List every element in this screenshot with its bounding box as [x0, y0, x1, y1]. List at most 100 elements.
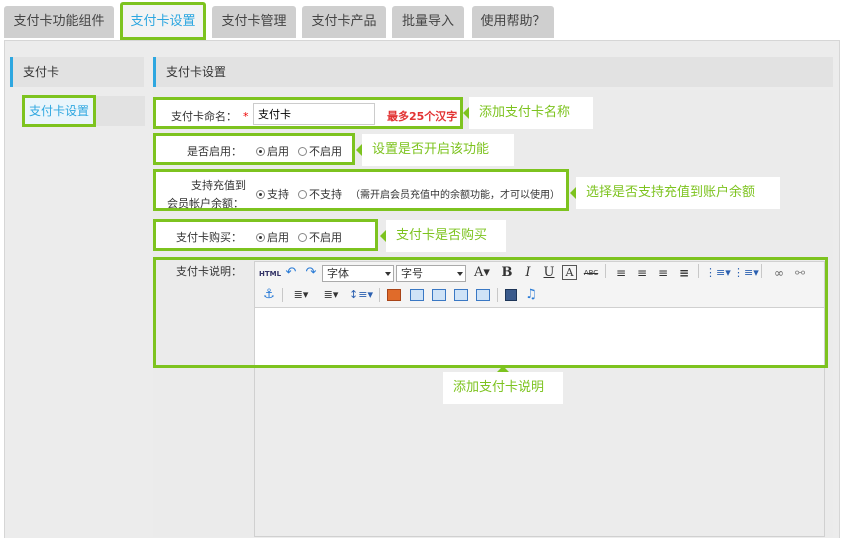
align-center-icon[interactable]: ≡	[634, 265, 650, 281]
callout-purchase: 支付卡是否购买	[380, 220, 506, 252]
link-icon[interactable]: ∞	[771, 265, 787, 281]
chevron-down-icon	[457, 272, 463, 276]
required-mark: *	[243, 110, 249, 123]
callout-enable-text: 设置是否开启该功能	[372, 142, 490, 157]
recharge-note: （需开启会员充值中的余额功能，才可以使用）	[350, 190, 560, 201]
tab-batch-import[interactable]: 批量导入	[392, 6, 464, 38]
description-editor[interactable]	[254, 308, 825, 365]
callout-pointer	[356, 144, 362, 156]
callout-description-text: 添加支付卡说明	[453, 380, 545, 395]
align-justify-icon[interactable]: ≡	[676, 265, 692, 281]
radio-unchecked-icon	[298, 233, 307, 242]
image-swatch	[476, 289, 490, 301]
purchase-off-label: 不启用	[309, 231, 342, 244]
html-icon[interactable]: HTML	[259, 266, 281, 282]
recharge-yes-radio[interactable]: 支持	[256, 186, 289, 202]
bold-icon[interactable]: B	[499, 265, 515, 281]
tab-bar: 支付卡功能组件 支付卡设置 支付卡管理 支付卡产品 批量导入 使用帮助？	[0, 0, 845, 40]
name-label: 支付卡命名： *	[171, 108, 249, 124]
tab-card-components[interactable]: 支付卡功能组件	[4, 6, 114, 38]
sidebar-item-card-settings[interactable]: 支付卡设置	[22, 95, 145, 127]
callout-description: 添加支付卡说明	[443, 366, 563, 404]
image-icon[interactable]	[386, 287, 402, 303]
image-swatch	[454, 289, 468, 301]
row-spacing-icon[interactable]: ↕≡▾	[349, 287, 373, 303]
radio-unchecked-icon	[298, 147, 307, 156]
page-title: 支付卡设置	[153, 57, 833, 87]
tab-help[interactable]: 使用帮助？	[472, 6, 554, 38]
recharge-yes-label: 支持	[267, 188, 289, 201]
callout-pointer	[380, 230, 386, 242]
callout-name: 添加支付卡名称	[463, 97, 593, 129]
callout-pointer	[497, 366, 509, 372]
tab-card-products[interactable]: 支付卡产品	[302, 6, 386, 38]
image-swatch	[410, 289, 424, 301]
font-family-value: 字体	[327, 267, 349, 280]
toolbar-separator	[379, 288, 380, 302]
underline-icon[interactable]: U	[541, 265, 557, 281]
strikethrough-icon[interactable]: ABC	[583, 265, 599, 281]
enable-label: 是否启用：	[187, 145, 242, 158]
enable-off-label: 不启用	[309, 145, 342, 158]
font-size-select[interactable]: 字号	[396, 265, 466, 282]
redo-icon[interactable]: ↷	[303, 265, 319, 281]
video-swatch	[505, 289, 517, 301]
toolbar-separator	[497, 288, 498, 302]
image-none-icon[interactable]	[475, 287, 491, 303]
callout-recharge: 选择是否支持充值到账户余额	[570, 177, 780, 209]
image-left-icon[interactable]	[409, 287, 425, 303]
sidebar-heading: 支付卡	[10, 57, 144, 87]
toolbar-separator	[698, 264, 699, 278]
music-icon[interactable]: ♫	[523, 287, 539, 303]
purchase-on-label: 启用	[267, 231, 289, 244]
font-color-icon[interactable]: A▾	[471, 265, 493, 281]
tab-card-settings[interactable]: 支付卡设置	[120, 2, 206, 40]
line-height-icon[interactable]: ≣▾	[289, 287, 313, 303]
callout-purchase-text: 支付卡是否购买	[396, 228, 488, 243]
callout-recharge-text: 选择是否支持充值到账户余额	[586, 185, 756, 200]
enable-off-radio[interactable]: 不启用	[298, 143, 342, 159]
recharge-label-line1: 支持充值到	[191, 179, 246, 192]
toolbar-separator	[282, 288, 283, 302]
callout-pointer	[570, 187, 576, 199]
image-center-icon[interactable]	[431, 287, 447, 303]
purchase-label: 支付卡购买：	[176, 231, 242, 244]
italic-icon[interactable]: I	[520, 265, 536, 281]
name-hint: 最多25个汉字	[387, 110, 458, 123]
enable-on-radio[interactable]: 启用	[256, 143, 289, 159]
recharge-no-radio[interactable]: 不支持	[298, 186, 342, 202]
editor-toolbar: HTML ↶ ↷ 字体 字号 A▾ B I U A ABC ≡ ≡ ≡ ≡ ⋮≡…	[254, 261, 825, 308]
callout-name-text: 添加支付卡名称	[479, 105, 571, 120]
radio-checked-icon	[256, 190, 265, 199]
toolbar-separator	[761, 264, 762, 278]
recharge-label-line2: 会员帐户余额：	[167, 197, 244, 210]
video-icon[interactable]	[503, 287, 519, 303]
enable-on-label: 启用	[267, 145, 289, 158]
recharge-no-label: 不支持	[309, 188, 342, 201]
align-left-icon[interactable]: ≡	[613, 265, 629, 281]
description-label: 支付卡说明：	[176, 265, 242, 278]
callout-enable: 设置是否开启该功能	[356, 134, 514, 166]
sidebar-item-label: 支付卡设置	[22, 95, 96, 127]
unlink-icon[interactable]: ⚯	[792, 265, 808, 281]
font-border-icon[interactable]: A	[562, 265, 577, 280]
purchase-off-radio[interactable]: 不启用	[298, 229, 342, 245]
radio-checked-icon	[256, 147, 265, 156]
name-label-text: 支付卡命名：	[171, 110, 237, 123]
align-right-icon[interactable]: ≡	[655, 265, 671, 281]
purchase-on-radio[interactable]: 启用	[256, 229, 289, 245]
anchor-icon[interactable]: ⚓	[261, 287, 277, 303]
paragraph-spacing-icon[interactable]: ≣▾	[319, 287, 343, 303]
image-swatch	[387, 289, 401, 301]
font-family-select[interactable]: 字体	[322, 265, 394, 282]
card-name-input[interactable]	[253, 103, 375, 125]
callout-pointer	[463, 107, 469, 119]
unordered-list-icon[interactable]: ⋮≡▾	[733, 265, 759, 281]
ordered-list-icon[interactable]: ⋮≡▾	[705, 265, 731, 281]
undo-icon[interactable]: ↶	[283, 265, 299, 281]
radio-checked-icon	[256, 233, 265, 242]
image-right-icon[interactable]	[453, 287, 469, 303]
tab-card-management[interactable]: 支付卡管理	[212, 6, 296, 38]
radio-unchecked-icon	[298, 190, 307, 199]
toolbar-separator	[605, 264, 606, 278]
